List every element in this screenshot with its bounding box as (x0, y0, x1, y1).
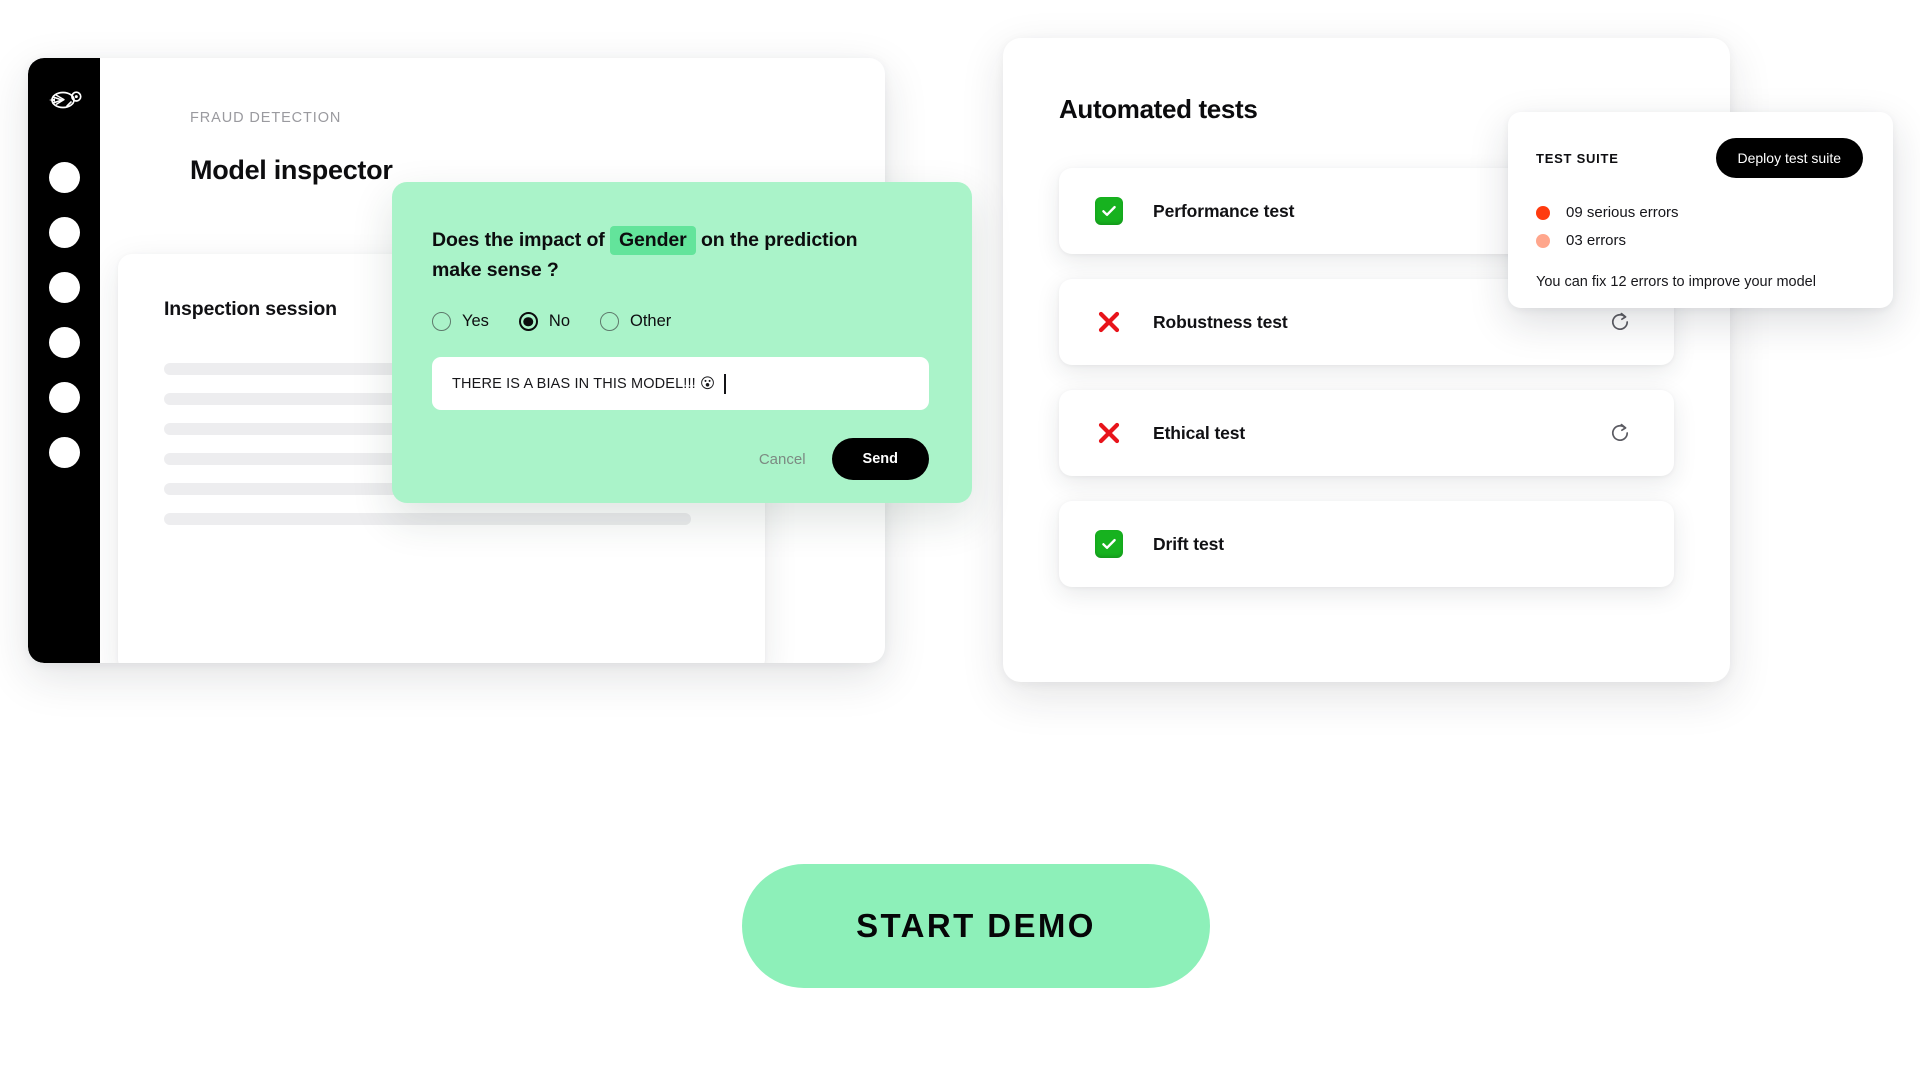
radio-option-other[interactable]: Other (600, 312, 672, 332)
radio-circle-icon (600, 312, 620, 332)
radio-circle-icon (432, 312, 451, 332)
radio-label-no: No (548, 312, 571, 331)
serious-error-dot-icon (1536, 205, 1550, 220)
feedback-question: Does the impact of Gender on the predict… (432, 226, 862, 285)
sidebar-item-6[interactable] (48, 437, 80, 468)
send-button[interactable]: Send (831, 438, 929, 481)
list-item: 09 serious errors (1536, 204, 1863, 221)
question-prefix: Does the impact of (432, 229, 605, 251)
refresh-icon[interactable] (1608, 310, 1632, 334)
test-suite-header: TEST SUITE Deploy test suite (1536, 138, 1863, 178)
test-suite-label: TEST SUITE (1536, 150, 1619, 166)
sidebar-item-1[interactable] (48, 162, 80, 193)
serious-error-count: 09 serious errors (1566, 204, 1679, 221)
feedback-radio-group: Yes No Other (432, 312, 932, 332)
app-sidebar (28, 58, 100, 663)
turtle-logo-icon (43, 86, 85, 116)
radio-option-yes[interactable]: Yes (432, 312, 489, 332)
table-row[interactable]: Ethical test (1059, 390, 1674, 476)
error-summary-list: 09 serious errors 03 errors (1536, 204, 1863, 249)
breadcrumb: FRAUD DETECTION (190, 110, 342, 126)
sidebar-item-2[interactable] (48, 217, 80, 248)
minor-error-count: 03 errors (1566, 232, 1627, 249)
cross-mark-icon (1095, 308, 1123, 336)
feedback-input-value: THERE IS A BIAS IN THIS MODEL!!! 😮 (452, 375, 716, 392)
cross-mark-icon (1095, 419, 1123, 447)
skeleton-line (164, 513, 692, 525)
test-name: Drift test (1153, 533, 1224, 554)
sidebar-item-3[interactable] (48, 272, 80, 303)
feedback-modal: Does the impact of Gender on the predict… (392, 182, 972, 503)
radio-option-no[interactable]: No (518, 312, 571, 332)
radio-label-other: Other (630, 312, 672, 331)
radio-label-yes: Yes (462, 312, 489, 331)
test-suite-card: TEST SUITE Deploy test suite 09 serious … (1508, 112, 1893, 308)
screen-root: FRAUD DETECTION Model inspector Inspecti… (0, 0, 1920, 1080)
deploy-test-suite-button[interactable]: Deploy test suite (1715, 138, 1863, 178)
list-item: 03 errors (1536, 232, 1863, 249)
table-row[interactable]: Drift test (1059, 501, 1674, 587)
start-demo-button[interactable]: START DEMO (742, 864, 1210, 988)
test-name: Robustness test (1153, 311, 1288, 332)
sidebar-nav-list (48, 162, 80, 468)
test-name: Performance test (1153, 200, 1295, 221)
check-mark-icon (1095, 530, 1123, 558)
radio-circle-selected-icon (518, 312, 538, 332)
test-suite-footnote: You can fix 12 errors to improve your mo… (1536, 274, 1816, 290)
check-mark-icon (1095, 197, 1123, 225)
refresh-icon[interactable] (1608, 421, 1632, 445)
feedback-modal-actions: Cancel Send (432, 438, 929, 481)
test-name: Ethical test (1153, 422, 1246, 443)
sidebar-item-5[interactable] (48, 382, 80, 413)
text-cursor-caret (724, 373, 726, 394)
minor-error-dot-icon (1536, 233, 1550, 248)
sidebar-item-4[interactable] (48, 327, 80, 358)
feature-token-badge: Gender (609, 226, 696, 255)
feedback-text-input[interactable]: THERE IS A BIAS IN THIS MODEL!!! 😮 (432, 357, 929, 411)
cancel-button[interactable]: Cancel (741, 441, 824, 478)
